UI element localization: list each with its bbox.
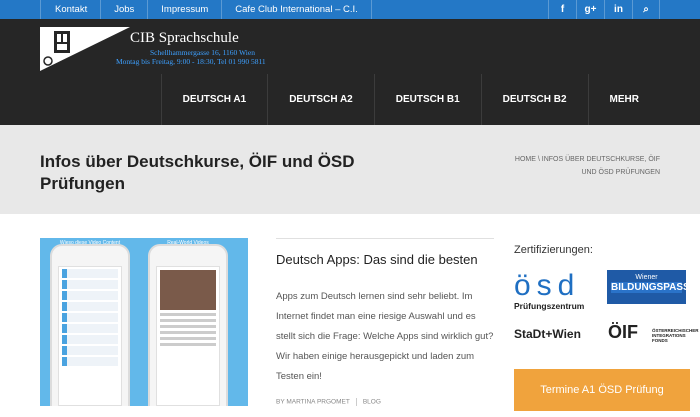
page-title: Infos über Deutschkurse, ÖIF und ÖSD Prü… [40,152,355,193]
brand-address: Schellhammergasse 16, 1160 Wien [150,48,255,57]
post-meta: BY MARTINA PRGOMET BLOG [276,398,381,406]
top-link-impressum[interactable]: Impressum [148,0,223,19]
site-header: CIB Sprachschule Schellhammergasse 16, 1… [0,19,700,125]
wbp-line2: BILDUNGSPASS [611,282,690,293]
oif-logo-small: ÖSTERREICHISCHER INTEGRATIONS FONDS [652,328,699,343]
brand-name[interactable]: CIB Sprachschule [130,30,239,47]
wiener-bildungspass-logo[interactable]: Wiener BILDUNGSPASS [607,270,690,304]
osd-logo-text: ösd [514,269,581,302]
search-icon[interactable]: ⌕ [632,0,660,19]
google-plus-icon[interactable]: g+ [576,0,604,19]
nav-item-deutsch-a1[interactable]: DEUTSCH A1 [160,74,268,125]
post-divider [276,238,494,239]
exam-dates-button[interactable]: Termine A1 ÖSD Prüfung [514,369,690,411]
phone-mockup-left: Wieso diese Video Content [50,240,130,406]
sidebar-title: Zertifizierungen: [514,244,593,256]
post-author[interactable]: BY MARTINA PRGOMET [276,399,350,406]
social-icons: f g+ in ⌕ [548,0,660,19]
post-excerpt: Apps zum Deutsch lernen sind sehr belieb… [276,291,494,382]
thumb-caption-left: Wieso diese Video Content [59,240,121,246]
post-title[interactable]: Deutsch Apps: Das sind die besten [276,252,478,267]
osd-logo-subtitle: Prüfungszentrum [514,301,585,311]
nav-item-deutsch-b1[interactable]: DEUTSCH B1 [373,74,481,125]
post-category[interactable]: BLOG [363,399,381,406]
top-links: Kontakt Jobs Impressum Cafe Club Interna… [40,0,372,19]
top-link-jobs[interactable]: Jobs [101,0,149,19]
page-title-band: Infos über Deutschkurse, ÖIF und ÖSD Prü… [0,125,700,214]
linkedin-icon[interactable]: in [604,0,632,19]
wbp-line1: Wiener [635,274,658,281]
facebook-icon[interactable]: f [548,0,576,19]
top-bar: Kontakt Jobs Impressum Cafe Club Interna… [0,0,700,19]
oif-logo-big: ÖIF [608,322,638,342]
top-link-kontakt[interactable]: Kontakt [40,0,102,19]
nav-item-deutsch-a2[interactable]: DEUTSCH A2 [267,74,374,125]
phone-mockup-right: Real-World Videos [148,240,228,406]
top-link-cafe-club[interactable]: Cafe Club International – C.I. [222,0,372,19]
thumb-caption-right: Real-World Videos [167,240,209,246]
stadt-wien-logo[interactable]: StaDt+Wien [514,327,581,341]
phone-screen [156,266,220,406]
brand-hours: Montag bis Freitag, 9:00 - 18:30, Tel 01… [116,57,266,66]
post-thumbnail[interactable]: Wieso diese Video Content Real-World Vid… [40,238,248,406]
nav-item-mehr[interactable]: MEHR [587,74,660,125]
osd-logo[interactable]: ösd Prüfungszentrum [514,270,598,314]
phone-screen [58,266,122,406]
oif-logo[interactable]: ÖIF ÖSTERREICHISCHER INTEGRATIONS FONDS [608,322,699,348]
main-nav: DEUTSCH A1 DEUTSCH A2 DEUTSCH B1 DEUTSCH… [160,74,660,125]
nav-item-deutsch-b2[interactable]: DEUTSCH B2 [480,74,588,125]
breadcrumb[interactable]: HOME \ INFOS ÜBER DEUTSCHKURSE, ÖIF UND … [500,153,660,179]
